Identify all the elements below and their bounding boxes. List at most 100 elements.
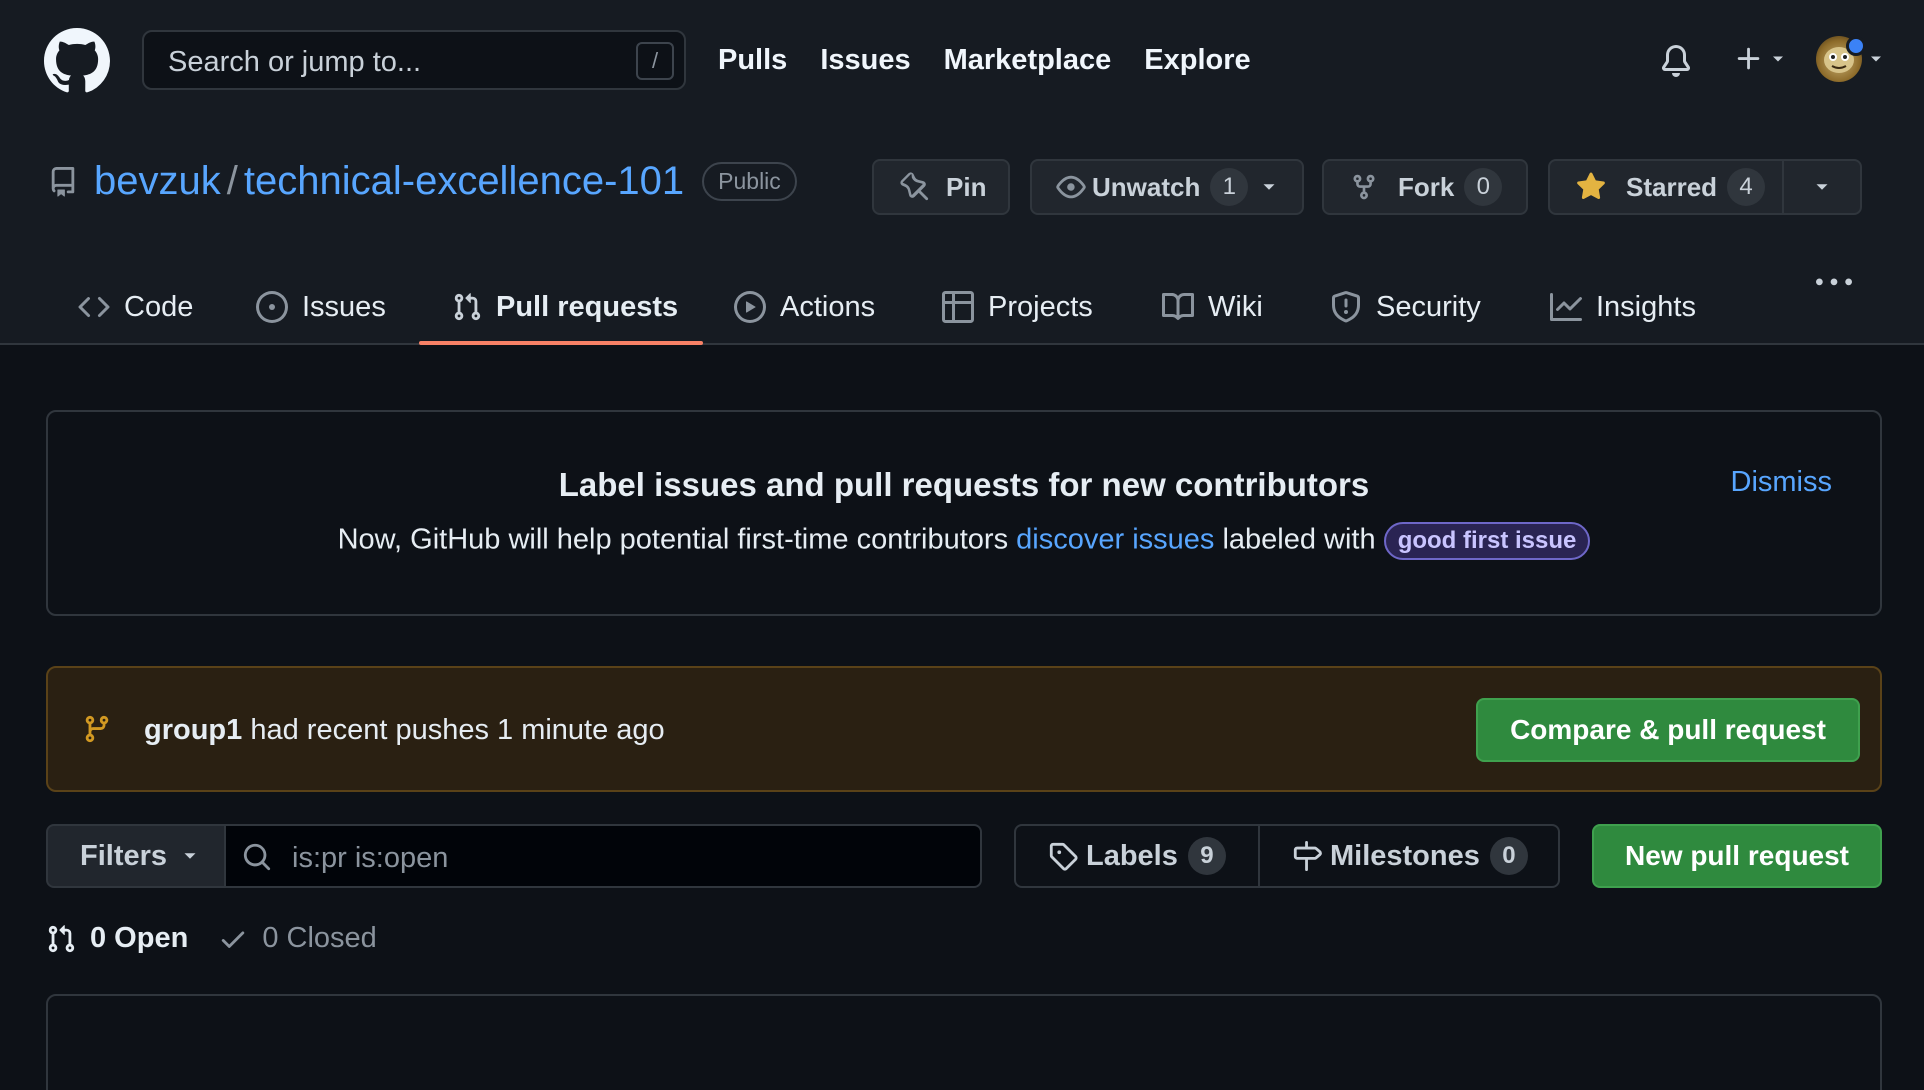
search-icon [243, 843, 271, 871]
repo-title: bevzuk / technical-excellence-101 Public [94, 159, 797, 204]
create-new-menu[interactable] [1734, 44, 1788, 74]
repo-name-link[interactable]: technical-excellence-101 [244, 159, 684, 204]
pin-label: Pin [946, 171, 987, 202]
fork-icon [1353, 174, 1375, 200]
fork-count: 0 [1464, 168, 1503, 206]
pr-search-input[interactable]: is:pr is:open [224, 824, 982, 888]
labels-milestones-group: Labels 9 Milestones 0 [1014, 824, 1560, 888]
milestone-icon [1293, 841, 1322, 871]
recent-pushes-text: group1 had recent pushes 1 minute ago [144, 714, 665, 747]
closed-prs-link[interactable]: 0 Closed [218, 922, 377, 955]
milestones-button[interactable]: Milestones 0 [1260, 826, 1528, 886]
new-pull-request-button[interactable]: New pull request [1592, 824, 1882, 888]
watch-count: 1 [1210, 168, 1249, 206]
filters-dropdown[interactable]: Filters [46, 824, 226, 888]
tab-issues[interactable]: Issues [256, 271, 386, 343]
notifications-bell-icon[interactable] [1660, 45, 1692, 77]
recent-pushes-message: had recent pushes 1 minute ago [242, 714, 665, 746]
nav-issues[interactable]: Issues [820, 44, 910, 77]
nav-marketplace[interactable]: Marketplace [944, 44, 1112, 77]
starred-button[interactable]: Starred 4 [1576, 168, 1782, 206]
milestones-count: 0 [1489, 837, 1528, 875]
plus-icon [1737, 47, 1760, 70]
issue-opened-icon [256, 291, 288, 323]
active-tab-indicator [419, 341, 703, 345]
caret-down-icon [184, 853, 196, 859]
unwatch-button[interactable]: Unwatch 1 [1030, 159, 1304, 215]
repo-icon [48, 167, 78, 197]
search-placeholder: Search or jump to... [168, 46, 422, 78]
tab-insights[interactable]: Insights [1550, 271, 1696, 343]
global-header: Search or jump to... / Pulls Issues Mark… [0, 0, 1924, 121]
tab-label: Wiki [1208, 290, 1263, 323]
star-count: 4 [1727, 168, 1766, 206]
labels-button[interactable]: Labels 9 [1016, 826, 1258, 886]
banner-title: Label issues and pull requests for new c… [558, 466, 1370, 503]
book-icon [1162, 292, 1194, 320]
new-contributors-banner: Label issues and pull requests for new c… [46, 410, 1882, 616]
tab-label: Pull requests [496, 290, 679, 323]
open-prs-link[interactable]: 0 Open [46, 922, 188, 955]
git-pull-request-icon [48, 924, 75, 952]
tab-projects[interactable]: Projects [942, 271, 1093, 343]
star-filled-icon [1577, 172, 1605, 200]
discover-issues-link[interactable]: discover issues [1016, 524, 1214, 556]
pr-search-query: is:pr is:open [292, 842, 449, 874]
more-tabs-kebab-icon[interactable] [1816, 265, 1852, 301]
global-nav: Pulls Issues Marketplace Explore [718, 44, 1284, 77]
milestones-label: Milestones [1330, 839, 1480, 872]
tab-security[interactable]: Security [1330, 271, 1481, 343]
fork-button[interactable]: Fork 0 [1322, 159, 1528, 215]
graph-icon [1550, 293, 1582, 321]
global-search-input[interactable]: Search or jump to... / [142, 30, 686, 90]
banner-text-before: Now, GitHub will help potential first-ti… [337, 523, 1017, 556]
tab-label: Code [124, 290, 194, 323]
pull-request-list [46, 994, 1882, 1090]
starred-button-group: Starred 4 [1548, 159, 1862, 215]
star-lists-dropdown[interactable] [1784, 161, 1860, 213]
fork-label: Fork [1398, 171, 1455, 202]
github-logo-icon[interactable] [44, 28, 110, 94]
branch-name-link[interactable]: group1 [144, 714, 242, 746]
good-first-issue-label[interactable]: good first issue [1383, 522, 1591, 560]
table-icon [942, 291, 974, 323]
unwatch-label: Unwatch [1092, 171, 1201, 202]
starred-label: Starred [1626, 171, 1718, 202]
code-icon [78, 296, 110, 318]
repo-owner-link[interactable]: bevzuk [94, 159, 221, 204]
labels-label: Labels [1086, 839, 1178, 872]
repo-header: bevzuk / technical-excellence-101 Public… [0, 121, 1924, 345]
pin-icon [900, 172, 929, 201]
caret-down-icon [1871, 56, 1881, 62]
dismiss-button[interactable]: Dismiss [1731, 466, 1833, 499]
labels-count: 9 [1187, 837, 1226, 875]
tab-label: Issues [302, 290, 386, 323]
tab-label: Insights [1596, 290, 1696, 323]
git-branch-icon [82, 714, 112, 744]
filters-label: Filters [80, 839, 168, 872]
visibility-badge: Public [702, 162, 797, 201]
banner-text-after: labeled with [1214, 523, 1384, 556]
git-pull-request-icon [454, 293, 481, 321]
tag-icon [1049, 842, 1078, 871]
pin-button[interactable]: Pin [872, 159, 1010, 215]
nav-explore[interactable]: Explore [1144, 44, 1250, 77]
tab-code[interactable]: Code [78, 271, 193, 343]
tab-pull-requests[interactable]: Pull requests [452, 271, 678, 343]
tab-wiki[interactable]: Wiki [1162, 271, 1263, 343]
repo-path-separator: / [226, 159, 238, 203]
open-count-label: 0 Open [90, 922, 189, 954]
repo-tabs: Code Issues Pull requests Actions Projec… [0, 271, 1924, 343]
banner-text: Now, GitHub will help potential first-ti… [48, 522, 1880, 560]
tab-label: Actions [780, 290, 876, 323]
closed-count-label: 0 Closed [262, 922, 377, 954]
tab-actions[interactable]: Actions [734, 271, 875, 343]
shield-icon [1332, 291, 1360, 323]
tab-label: Projects [988, 290, 1093, 323]
nav-pulls[interactable]: Pulls [718, 44, 787, 77]
notification-dot [1846, 36, 1866, 56]
search-shortcut-key: / [636, 42, 674, 80]
caret-down-icon [1816, 184, 1828, 190]
recent-pushes-banner: group1 had recent pushes 1 minute ago Co… [46, 666, 1882, 792]
compare-pull-request-button[interactable]: Compare & pull request [1476, 698, 1860, 762]
